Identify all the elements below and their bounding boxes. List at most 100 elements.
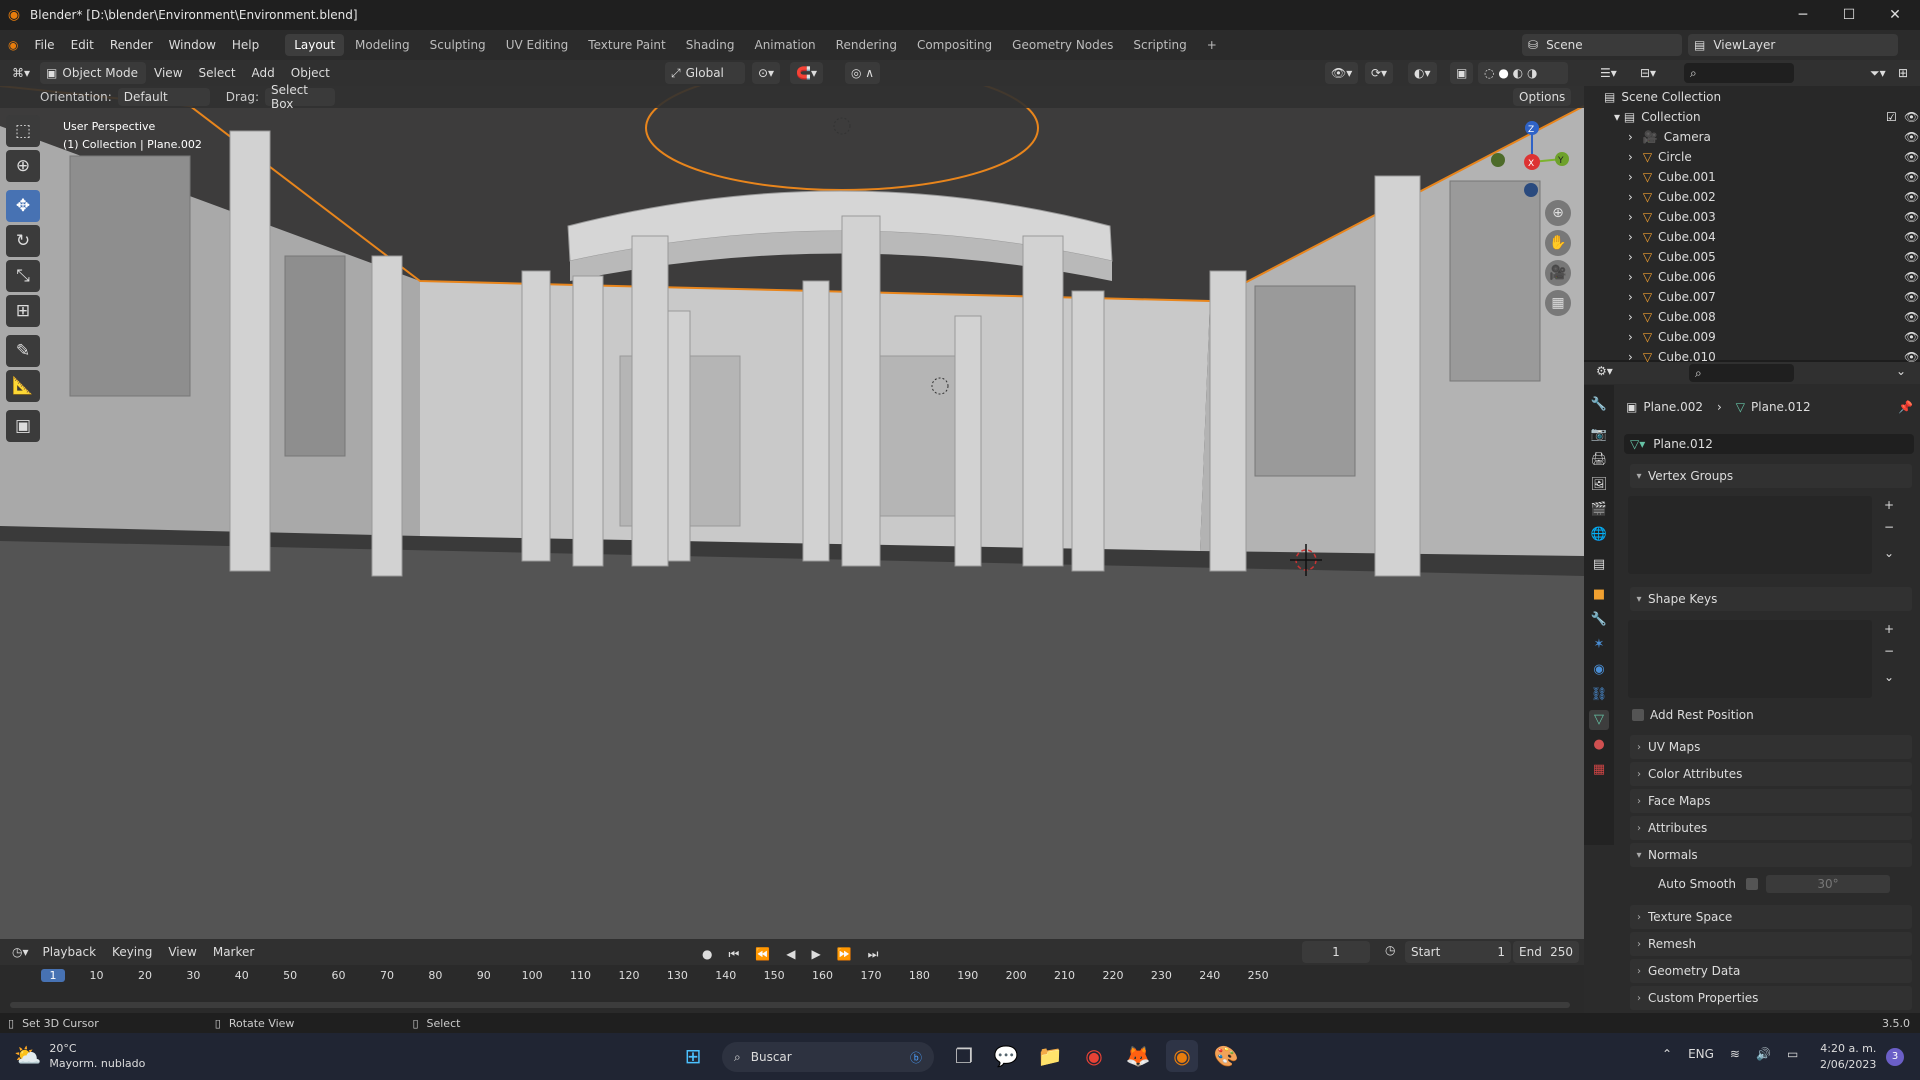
expand-arrow-icon[interactable]: › — [1628, 290, 1633, 304]
collection-row[interactable]: ▾ ▤Collection ☑👁📷 — [1614, 107, 1920, 127]
shape-keys-list[interactable] — [1628, 620, 1872, 698]
eye-icon[interactable]: 👁 — [1904, 130, 1919, 144]
tab-layout[interactable]: Layout — [285, 34, 345, 56]
shape-keys-panel[interactable]: ▾ Shape Keys — [1630, 587, 1912, 611]
solid-shading-icon[interactable]: ● — [1498, 66, 1508, 80]
material-tab-icon[interactable]: ● — [1589, 735, 1609, 755]
navigation-gizmo[interactable]: Z Y X — [1478, 116, 1578, 206]
view-layer-selector[interactable]: ▤ ViewLayer — [1688, 34, 1898, 56]
options-dropdown[interactable]: Options — [1513, 88, 1572, 106]
timeline-scrollbar[interactable] — [10, 1002, 1570, 1008]
output-tab-icon[interactable]: 🖨 — [1589, 450, 1609, 470]
maximize-icon[interactable]: ☐ — [1826, 0, 1872, 30]
end-frame-field[interactable]: End 250 — [1513, 941, 1579, 963]
expand-arrow-icon[interactable]: › — [1628, 250, 1633, 264]
mesh-datablock-selector[interactable]: ▽▾ Plane.012 — [1624, 434, 1914, 454]
menu-help[interactable]: Help — [224, 30, 267, 60]
expand-arrow-icon[interactable]: › — [1628, 130, 1633, 144]
tab-modeling[interactable]: Modeling — [346, 34, 419, 56]
tab-texture-paint[interactable]: Texture Paint — [579, 34, 674, 56]
camera-view-icon[interactable]: 🎥 — [1545, 260, 1571, 286]
eye-icon[interactable]: 👁 — [1904, 110, 1919, 124]
eye-icon[interactable]: 👁 — [1904, 310, 1919, 324]
menu-edit[interactable]: Edit — [63, 30, 102, 60]
shading-modes[interactable]: ◌ ● ◐ ◑ — [1478, 62, 1568, 84]
eye-icon[interactable]: 👁 — [1904, 290, 1919, 304]
jump-end-icon[interactable]: ⏭ — [862, 943, 885, 965]
expand-arrow-icon[interactable]: › — [1628, 170, 1633, 184]
snap-icon[interactable]: 🧲▾ — [790, 62, 823, 84]
add-shape-key-icon[interactable]: + — [1884, 622, 1894, 636]
perspective-grid-icon[interactable]: ▦ — [1545, 290, 1571, 316]
taskbar-search[interactable]: ⌕ Buscar ⓑ — [722, 1042, 934, 1072]
record-icon[interactable]: ● — [696, 943, 718, 965]
eye-icon[interactable]: 👁 — [1904, 190, 1919, 204]
scene-tab-icon[interactable]: 🎬 — [1589, 500, 1609, 520]
file-explorer-icon[interactable]: 📁 — [1034, 1040, 1066, 1072]
expand-arrow-icon[interactable]: › — [1628, 330, 1633, 344]
firefox-icon[interactable]: 🦊 — [1122, 1040, 1154, 1072]
add-rest-position-checkbox[interactable] — [1632, 709, 1644, 721]
jump-start-icon[interactable]: ⏮ — [722, 943, 745, 965]
prev-keyframe-icon[interactable]: ⏪ — [749, 943, 776, 965]
custom-properties-panel[interactable]: › Custom Properties — [1630, 986, 1912, 1010]
vertex-group-menu-icon[interactable]: ⌄ — [1884, 546, 1894, 560]
attributes-panel[interactable]: › Attributes — [1630, 816, 1912, 840]
volume-icon[interactable]: 🔊 — [1756, 1047, 1771, 1061]
scene-collection-row[interactable]: ▤ Scene Collection — [1604, 87, 1920, 107]
uv-maps-panel[interactable]: › UV Maps — [1630, 735, 1912, 759]
expand-arrow-icon[interactable]: › — [1628, 190, 1633, 204]
proportional-edit-icon[interactable]: ◎ ∧ — [845, 62, 881, 84]
notification-badge[interactable]: 3 — [1886, 1048, 1904, 1066]
expand-arrow-icon[interactable]: › — [1628, 230, 1633, 244]
properties-editor-icon[interactable]: ⚙▾ — [1596, 364, 1613, 378]
viewport-menu-select[interactable]: Select — [191, 58, 244, 88]
pin-icon[interactable]: 📌 — [1898, 400, 1913, 414]
blender-taskbar-icon[interactable]: ◉ — [1166, 1040, 1198, 1072]
menu-window[interactable]: Window — [161, 30, 224, 60]
start-frame-field[interactable]: Start 1 — [1405, 941, 1511, 963]
tab-shading[interactable]: Shading — [677, 34, 744, 56]
xray-icon[interactable]: ▣ — [1450, 62, 1474, 84]
chevron-down-icon[interactable]: ⌄ — [1896, 364, 1906, 378]
tab-geometry-nodes[interactable]: Geometry Nodes — [1003, 34, 1122, 56]
expand-arrow-icon[interactable]: › — [1628, 310, 1633, 324]
tab-compositing[interactable]: Compositing — [908, 34, 1001, 56]
timeline-menu-view[interactable]: View — [160, 937, 204, 967]
zoom-icon[interactable]: ⊕ — [1545, 200, 1571, 226]
mode-dropdown[interactable]: ▣ Object Mode — [40, 62, 147, 84]
scale-tool[interactable]: ⤡ — [6, 260, 40, 292]
add-cube-tool[interactable]: ▣ — [6, 410, 40, 442]
blender-menu-icon[interactable]: ◉ — [0, 30, 26, 60]
checkbox-icon[interactable]: ☑ — [1886, 110, 1897, 124]
mesh-data-tab-icon[interactable]: ▽ — [1589, 710, 1609, 730]
weather-widget[interactable]: ⛅ 20°C Mayorm. nublado — [14, 1041, 145, 1071]
vertex-groups-panel[interactable]: ▾ Vertex Groups — [1630, 464, 1912, 488]
paint-icon[interactable]: 🎨 — [1210, 1040, 1242, 1072]
new-collection-icon[interactable]: ⊞ — [1892, 62, 1914, 84]
pan-hand-icon[interactable]: ✋ — [1545, 230, 1571, 256]
frame-ruler[interactable]: 1 10 20 30 40 50 60 70 80 90 100 110 120 130 140 150 160… — [0, 965, 1584, 987]
eye-icon[interactable]: 👁 — [1904, 150, 1919, 164]
eye-icon[interactable]: 👁 — [1904, 250, 1919, 264]
outliner-item[interactable]: › ▽ Cube.004 👁 — [1628, 227, 1920, 247]
tab-scripting[interactable]: Scripting — [1124, 34, 1195, 56]
tab-animation[interactable]: Animation — [745, 34, 824, 56]
language-indicator[interactable]: ENG — [1688, 1047, 1714, 1061]
play-icon[interactable]: ▶ — [805, 943, 826, 965]
editor-type-icon[interactable]: ⌘▾ — [6, 62, 36, 84]
collection-tab-icon[interactable]: ▤ — [1589, 555, 1609, 575]
eye-icon[interactable]: 👁 — [1904, 330, 1919, 344]
select-box-tool[interactable]: ⬚ — [6, 115, 40, 147]
expand-arrow-icon[interactable]: › — [1628, 270, 1633, 284]
expand-arrow-icon[interactable]: › — [1628, 210, 1633, 224]
close-icon[interactable]: ✕ — [1872, 0, 1918, 30]
world-tab-icon[interactable]: 🌐 — [1589, 525, 1609, 545]
rotate-tool[interactable]: ↻ — [6, 225, 40, 257]
material-shading-icon[interactable]: ◐ — [1513, 66, 1523, 80]
geometry-data-panel[interactable]: › Geometry Data — [1630, 959, 1912, 983]
next-keyframe-icon[interactable]: ⏩ — [831, 943, 858, 965]
visibility-icon[interactable]: 👁▾ — [1325, 62, 1359, 84]
outliner-item[interactable]: › ▽ Cube.003 👁 — [1628, 207, 1920, 227]
outliner-item[interactable]: › 🎥 Camera 👁 — [1628, 127, 1920, 147]
